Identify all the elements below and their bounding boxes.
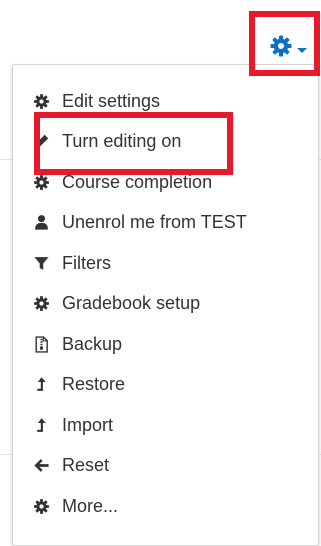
highlight-box-settings [249,11,320,76]
menu-item-label: Restore [62,373,126,394]
gear-icon [33,498,50,515]
level-up-icon [33,376,50,393]
gear-icon [33,174,50,191]
menu-item-gradebook-setup[interactable]: Gradebook setup [33,287,303,319]
menu-item-label: More... [62,495,119,516]
level-up-icon [33,417,50,434]
filter-icon [33,255,50,272]
menu-item-unenrol[interactable]: Unenrol me from TEST [33,206,303,238]
file-archive-icon [33,335,50,353]
menu-item-import[interactable]: Import [33,409,303,441]
menu-item-backup[interactable]: Backup [33,328,303,360]
menu-item-label: Filters [62,252,111,273]
gear-icon [33,295,50,312]
menu-item-label: Reset [62,454,110,475]
menu-item-filters[interactable]: Filters [33,247,303,279]
menu-item-restore[interactable]: Restore [33,368,303,400]
menu-item-reset[interactable]: Reset [33,449,303,481]
menu-item-label: Import [62,414,114,435]
user-icon [33,214,50,231]
menu-item-label: Gradebook setup [62,292,201,313]
menu-item-more[interactable]: More... [33,490,303,522]
menu-item-label: Edit settings [62,90,161,111]
arrow-left-icon [33,457,50,474]
highlight-box-turn-editing-on [34,112,233,175]
menu-item-label: Unenrol me from TEST [62,211,247,232]
menu-item-label: Backup [62,333,123,354]
gear-icon [33,93,50,110]
